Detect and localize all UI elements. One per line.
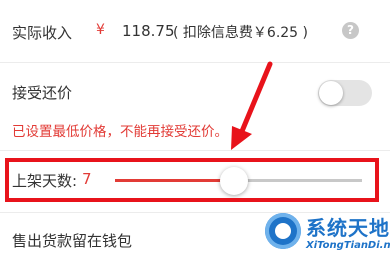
actual-income-row: 实际收入 ¥ 118.75 ( 扣除信息费￥6.25 ) ? [0,14,390,50]
listing-settings-page: 实际收入 ¥ 118.75 ( 扣除信息费￥6.25 ) ? 接受还价 已设置最… [0,0,390,260]
info-fee-note: ( 扣除信息费￥6.25 ) [173,25,308,41]
actual-income-value: 118.75 [122,22,175,40]
min-price-warning: 已设置最低价格，不能再接受还价。 [12,124,228,140]
annotation-highlight-box [5,158,379,202]
actual-income-label: 实际收入 [12,24,73,42]
divider [0,150,390,151]
toggle-knob [319,81,343,105]
question-circle-icon[interactable]: ? [342,22,359,39]
accept-counteroffer-label: 接受还价 [12,84,73,102]
watermark-url: XiTongTianDi.net [306,240,390,251]
site-watermark: 系统天地 XiTongTianDi.net [262,208,390,260]
divider [0,62,390,63]
keep-payout-in-wallet-label: 售出货款留在钱包 [12,232,133,250]
accept-counteroffer-toggle[interactable] [318,80,372,106]
currency-symbol: ¥ [96,22,105,38]
watermark-title: 系统天地 [306,216,390,240]
watermark-logo [265,213,301,249]
